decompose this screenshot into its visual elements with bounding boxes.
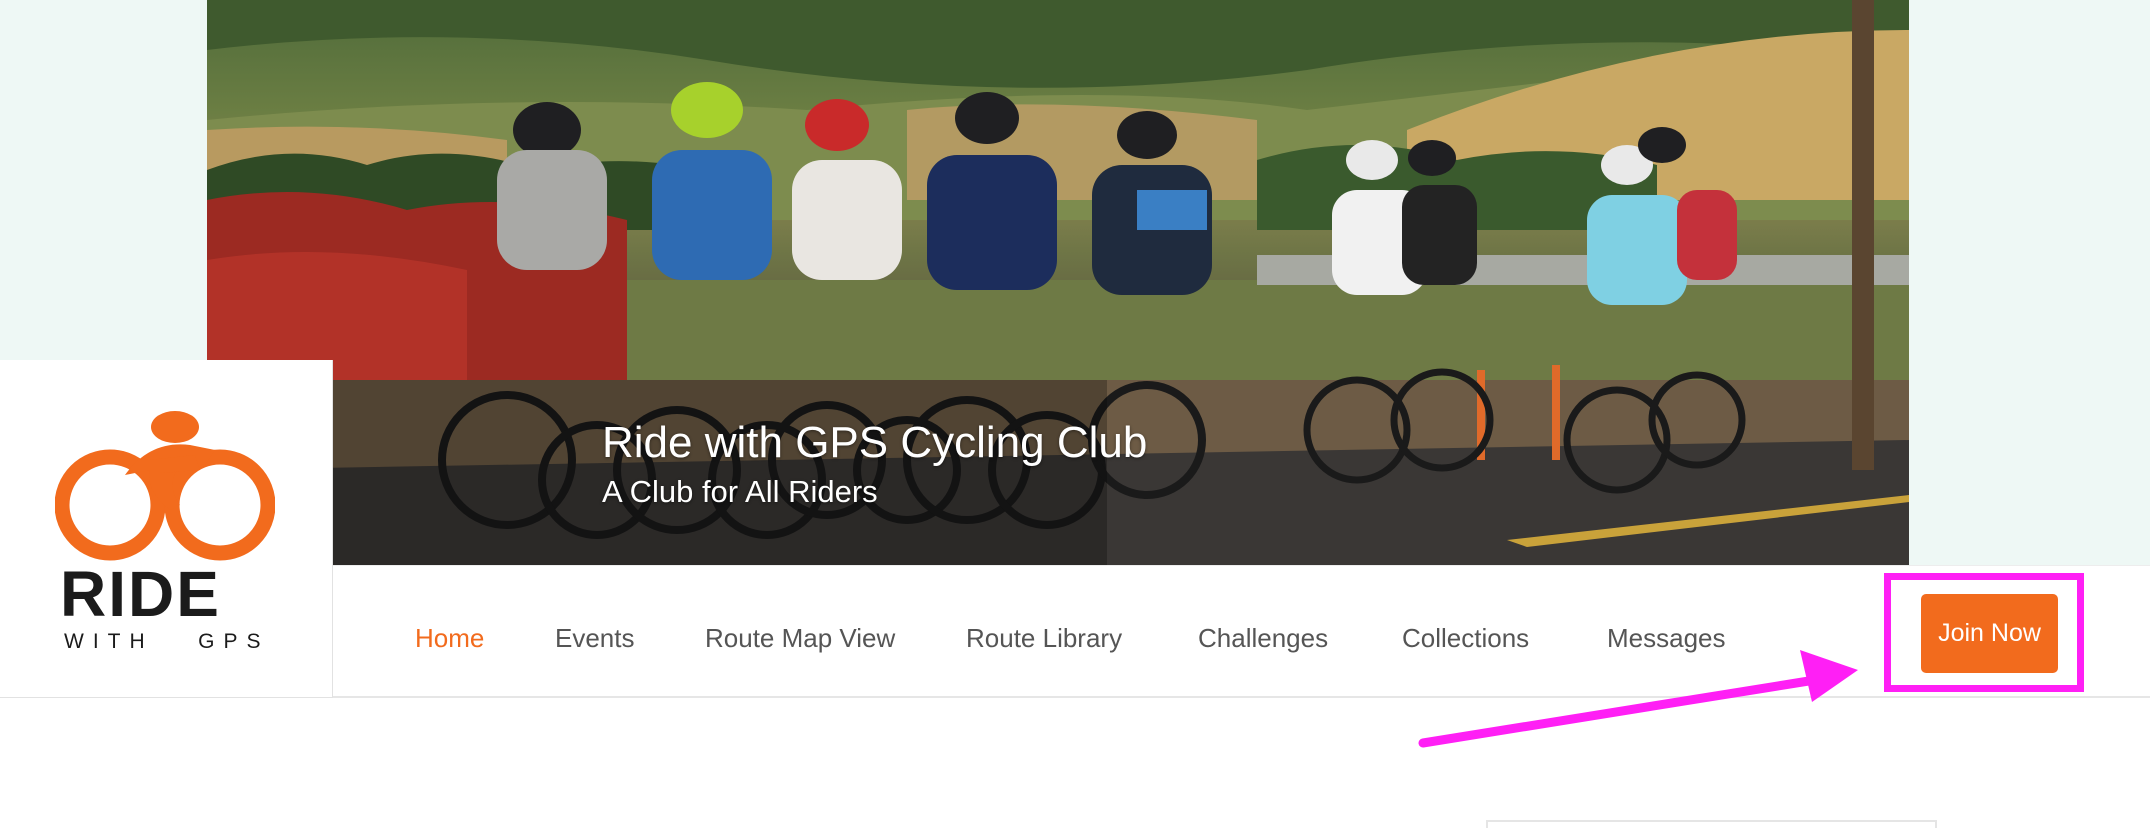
- nav-item-events[interactable]: Events: [555, 623, 635, 654]
- logo-tagline: WITH GPS: [64, 630, 270, 653]
- join-now-button[interactable]: Join Now: [1921, 594, 2058, 673]
- cyclists-photo-illustration: [207, 0, 1909, 565]
- club-page: Ride with GPS Cycling Club A Club for Al…: [0, 0, 2150, 828]
- logo-wordmark: RIDE: [60, 558, 221, 630]
- nav-item-route-map-view[interactable]: Route Map View: [705, 623, 895, 654]
- club-title: Ride with GPS Cycling Club: [602, 418, 1148, 467]
- nav-item-route-library[interactable]: Route Library: [966, 623, 1122, 654]
- hero-banner-image: Ride with GPS Cycling Club A Club for Al…: [207, 0, 1909, 565]
- club-logo[interactable]: RIDE WITH GPS: [0, 360, 333, 698]
- nav-item-challenges[interactable]: Challenges: [1198, 623, 1328, 654]
- nav-item-collections[interactable]: Collections: [1402, 623, 1529, 654]
- cyclist-logo-icon: [55, 411, 275, 561]
- nav-item-home[interactable]: Home: [415, 623, 484, 654]
- club-subtitle: A Club for All Riders: [602, 474, 878, 509]
- sidebar-card: [1486, 820, 1937, 828]
- club-nav-bar: Home Events Route Map View Route Library…: [333, 565, 2150, 698]
- nav-item-messages[interactable]: Messages: [1607, 623, 1726, 654]
